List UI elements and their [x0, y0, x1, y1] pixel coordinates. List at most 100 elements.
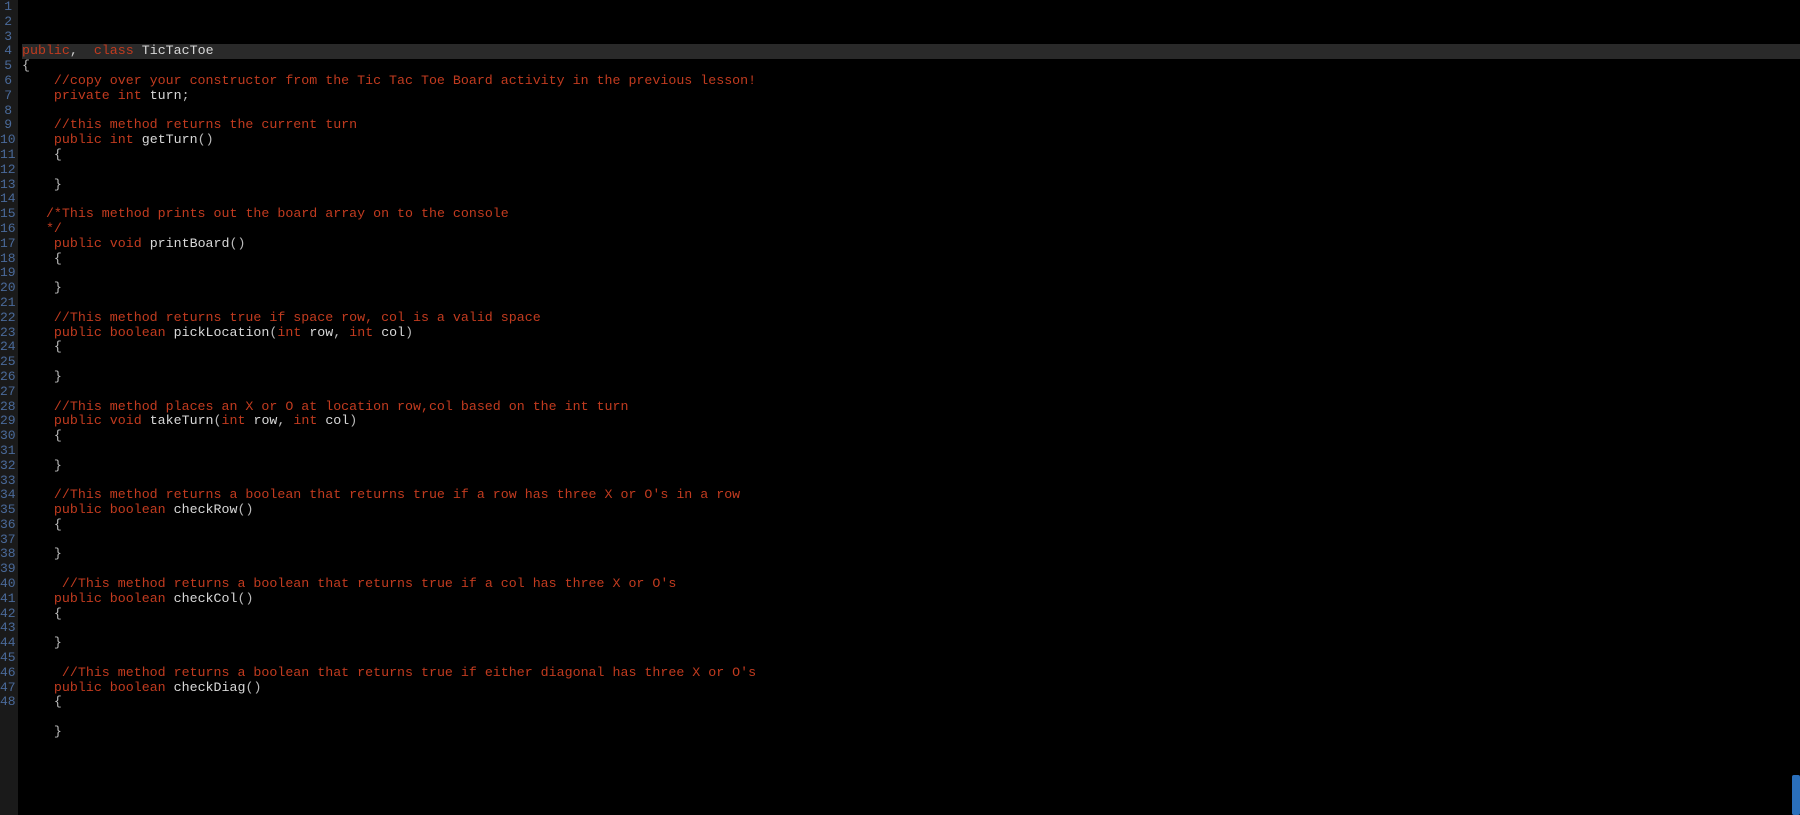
text-token — [22, 280, 54, 295]
code-line[interactable]: { — [22, 340, 1800, 355]
text-token — [134, 43, 142, 58]
line-number: 8 — [0, 104, 12, 119]
line-number: 38 — [0, 547, 12, 562]
code-line[interactable]: { — [22, 429, 1800, 444]
text-token — [22, 739, 30, 754]
text-token — [22, 680, 54, 695]
comment-token: //This method returns a boolean that ret… — [62, 576, 676, 591]
code-line[interactable]: //This method returns a boolean that ret… — [22, 666, 1800, 681]
code-line[interactable]: public boolean checkCol() — [22, 592, 1800, 607]
code-line[interactable]: //This method returns a boolean that ret… — [22, 488, 1800, 503]
code-line[interactable] — [22, 266, 1800, 281]
code-line[interactable]: public boolean checkDiag() — [22, 681, 1800, 696]
text-token — [102, 236, 110, 251]
keyword-token: class — [94, 43, 134, 58]
text-token: } — [54, 724, 62, 739]
code-line[interactable]: { — [22, 252, 1800, 267]
code-line[interactable]: } — [22, 459, 1800, 474]
code-line[interactable]: public void takeTurn(int row, int col) — [22, 414, 1800, 429]
code-line[interactable] — [22, 651, 1800, 666]
line-number: 24 — [0, 340, 12, 355]
text-token: { — [54, 339, 62, 354]
text-token — [22, 177, 54, 192]
code-line[interactable] — [22, 740, 1800, 755]
code-line[interactable]: public, class TicTacToe — [22, 44, 1800, 59]
code-line[interactable] — [22, 710, 1800, 725]
code-line[interactable]: } — [22, 636, 1800, 651]
code-line[interactable]: public boolean pickLocation(int row, int… — [22, 326, 1800, 341]
code-line[interactable]: } — [22, 178, 1800, 193]
code-line[interactable] — [22, 444, 1800, 459]
text-token: { — [54, 251, 62, 266]
scrollbar-thumb[interactable] — [1792, 775, 1800, 815]
keyword-token: int — [277, 325, 301, 340]
code-line[interactable]: */ — [22, 222, 1800, 237]
text-token: { — [54, 517, 62, 532]
code-line[interactable]: } — [22, 547, 1800, 562]
identifier-token: printBoard — [150, 236, 230, 251]
keyword-token: boolean — [110, 591, 166, 606]
code-line[interactable] — [22, 163, 1800, 178]
code-line[interactable]: { — [22, 148, 1800, 163]
text-token — [22, 339, 54, 354]
keyword-token: public — [54, 132, 102, 147]
comment-token: //this method returns the current turn — [54, 117, 357, 132]
code-line[interactable]: { — [22, 518, 1800, 533]
code-line[interactable]: //copy over your constructor from the Ti… — [22, 74, 1800, 89]
code-line[interactable]: public int getTurn() — [22, 133, 1800, 148]
code-line[interactable]: } — [22, 725, 1800, 740]
text-token — [142, 413, 150, 428]
code-line[interactable]: private int turn; — [22, 89, 1800, 104]
identifier-token: checkDiag — [174, 680, 246, 695]
text-token — [22, 591, 54, 606]
line-number: 34 — [0, 488, 12, 503]
text-token — [22, 265, 30, 280]
code-line[interactable]: //This method returns true if space row,… — [22, 311, 1800, 326]
code-line[interactable]: //this method returns the current turn — [22, 118, 1800, 133]
code-line[interactable] — [22, 533, 1800, 548]
comment-token: //This method returns a boolean that ret… — [62, 665, 756, 680]
code-line[interactable]: public void printBoard() — [22, 237, 1800, 252]
code-line[interactable]: public boolean checkRow() — [22, 503, 1800, 518]
text-token: { — [54, 606, 62, 621]
code-line[interactable]: /*This method prints out the board array… — [22, 207, 1800, 222]
line-number: 2 — [0, 15, 12, 30]
text-token: () — [237, 502, 253, 517]
text-token: () — [230, 236, 246, 251]
keyword-token: public — [54, 325, 102, 340]
code-editor[interactable]: 1234567891011121314151617181920212223242… — [0, 0, 1800, 815]
line-number: 48 — [0, 695, 12, 710]
text-token — [22, 428, 54, 443]
line-number: 20 — [0, 281, 12, 296]
code-line[interactable] — [22, 621, 1800, 636]
code-line[interactable] — [22, 104, 1800, 119]
text-token — [22, 221, 46, 236]
text-token — [86, 43, 94, 58]
code-area[interactable]: public, class TicTacToe{ //copy over you… — [18, 0, 1800, 815]
text-token — [22, 458, 54, 473]
code-line[interactable]: { — [22, 695, 1800, 710]
line-number-gutter[interactable]: 1234567891011121314151617181920212223242… — [0, 0, 18, 815]
code-line[interactable] — [22, 192, 1800, 207]
vertical-scrollbar[interactable] — [1788, 0, 1800, 815]
line-number: 22 — [0, 311, 12, 326]
line-number: 42 — [0, 607, 12, 622]
text-token — [22, 576, 62, 591]
code-line[interactable]: //This method places an X or O at locati… — [22, 400, 1800, 415]
text-token — [166, 591, 174, 606]
code-line[interactable] — [22, 385, 1800, 400]
code-line[interactable] — [22, 355, 1800, 370]
keyword-token: public — [22, 43, 70, 58]
text-token — [22, 191, 30, 206]
code-line[interactable]: } — [22, 370, 1800, 385]
code-line[interactable]: //This method returns a boolean that ret… — [22, 577, 1800, 592]
code-line[interactable] — [22, 474, 1800, 489]
keyword-token: public — [54, 236, 102, 251]
code-line[interactable] — [22, 562, 1800, 577]
keyword-token: int — [222, 413, 246, 428]
text-token — [22, 295, 30, 310]
code-line[interactable]: { — [22, 607, 1800, 622]
code-line[interactable]: { — [22, 59, 1800, 74]
code-line[interactable]: } — [22, 281, 1800, 296]
code-line[interactable] — [22, 296, 1800, 311]
